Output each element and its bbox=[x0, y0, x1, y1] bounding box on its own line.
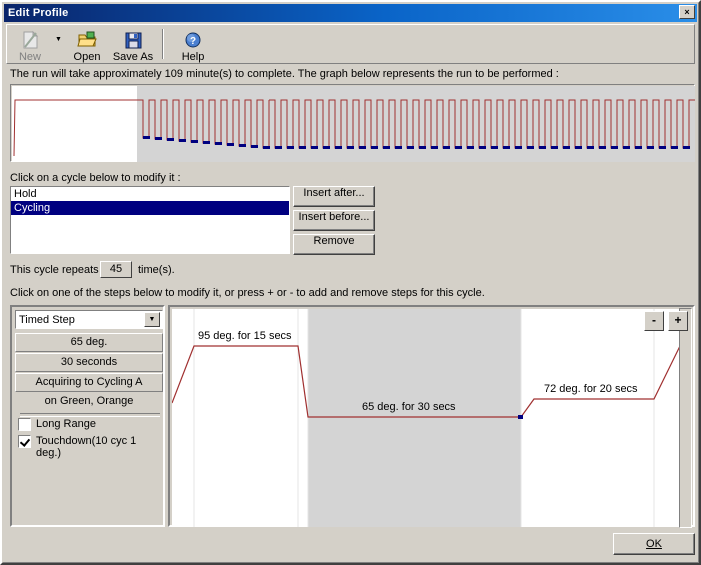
ok-button-label: OK bbox=[646, 538, 662, 550]
cycle-repeats-input[interactable]: 45 bbox=[100, 261, 132, 278]
selected-step-band bbox=[308, 309, 521, 527]
step-duration-button[interactable]: 30 seconds bbox=[15, 353, 163, 372]
open-button[interactable]: Open bbox=[64, 27, 110, 63]
hold-trace bbox=[13, 99, 137, 157]
denature-step-annotation: 95 deg. for 15 secs bbox=[198, 330, 292, 342]
ok-button[interactable]: OK bbox=[613, 533, 695, 555]
help-button[interactable]: ? Help bbox=[170, 27, 216, 63]
close-icon[interactable]: × bbox=[679, 5, 695, 19]
new-document-icon bbox=[19, 29, 41, 50]
run-preview-graph[interactable] bbox=[12, 86, 695, 162]
repeats-suffix-label: time(s). bbox=[138, 264, 175, 276]
save-as-button[interactable]: Save As bbox=[110, 27, 156, 63]
step-editor-panel: Timed Step ▼ 65 deg. 30 seconds Acquirin… bbox=[10, 305, 165, 527]
chevron-down-icon[interactable]: ▼ bbox=[144, 312, 160, 327]
step-graph-scrollbar[interactable] bbox=[679, 308, 692, 528]
step-acquisition-button[interactable]: Acquiring to Cycling A bbox=[15, 373, 163, 392]
step-edit-prompt: Click on one of the steps below to modif… bbox=[10, 287, 485, 299]
toolbar-separator bbox=[162, 29, 164, 59]
cycle-list-prompt: Click on a cycle below to modify it : bbox=[10, 172, 181, 184]
new-button[interactable]: New bbox=[7, 27, 53, 63]
long-range-checkbox[interactable] bbox=[18, 418, 31, 431]
toolbar: New ▼ Open Save As ? Help bbox=[6, 24, 695, 64]
step-graph-frame: 95 deg. for 15 secs 65 deg. for 30 secs … bbox=[168, 305, 695, 528]
new-dropdown-chevron-down-icon[interactable]: ▼ bbox=[53, 36, 64, 43]
cycle-list[interactable]: Hold Cycling bbox=[10, 186, 290, 254]
long-range-label: Long Range bbox=[36, 418, 96, 430]
open-folder-icon bbox=[76, 29, 98, 50]
floppy-disk-icon bbox=[122, 29, 144, 50]
touchdown-checkbox-row[interactable]: Touchdown(10 cyc 1 deg.) bbox=[18, 435, 146, 459]
remove-cycle-button[interactable]: Remove bbox=[293, 234, 375, 255]
step-type-value: Timed Step bbox=[19, 313, 75, 326]
zoom-in-button[interactable]: + bbox=[668, 311, 688, 331]
step-temperature-button[interactable]: 65 deg. bbox=[15, 333, 163, 352]
cycle-list-item-cycling[interactable]: Cycling bbox=[11, 201, 289, 215]
new-button-label: New bbox=[18, 51, 41, 63]
touchdown-label: Touchdown(10 cyc 1 deg.) bbox=[36, 435, 137, 459]
insert-after-button[interactable]: Insert after... bbox=[293, 186, 375, 207]
edit-profile-dialog: Edit Profile × New ▼ Open Save As ? Help… bbox=[0, 0, 701, 565]
run-preview-graph-frame bbox=[10, 84, 695, 162]
anneal-acquisition-marker bbox=[518, 415, 523, 419]
titlebar-buttons: × bbox=[679, 5, 695, 19]
help-button-label: Help bbox=[181, 51, 205, 63]
step-type-select[interactable]: Timed Step ▼ bbox=[15, 310, 163, 329]
save-as-button-label: Save As bbox=[112, 51, 154, 63]
repeats-prefix-label: This cycle repeats bbox=[10, 264, 99, 276]
insert-before-button[interactable]: Insert before... bbox=[293, 210, 375, 231]
run-preview-svg bbox=[13, 86, 695, 162]
open-button-label: Open bbox=[73, 51, 101, 63]
step-acquisition-channels: on Green, Orange bbox=[44, 395, 134, 407]
cycle-list-item-hold[interactable]: Hold bbox=[11, 187, 289, 201]
long-range-checkbox-row[interactable]: Long Range bbox=[18, 418, 96, 431]
touchdown-checkbox[interactable] bbox=[18, 435, 31, 448]
window-title: Edit Profile bbox=[8, 7, 69, 19]
help-question-icon: ? bbox=[182, 29, 204, 50]
anneal-step-annotation: 65 deg. for 30 secs bbox=[362, 401, 456, 413]
step-graph[interactable]: 95 deg. for 15 secs 65 deg. for 30 secs … bbox=[172, 309, 682, 527]
extend-step-annotation: 72 deg. for 20 secs bbox=[544, 383, 638, 395]
step-panel-divider bbox=[20, 413, 160, 417]
svg-text:?: ? bbox=[190, 36, 196, 47]
title-bar[interactable]: Edit Profile × bbox=[4, 4, 697, 22]
run-summary-text: The run will take approximately 109 minu… bbox=[10, 68, 559, 80]
zoom-out-button[interactable]: - bbox=[644, 311, 664, 331]
